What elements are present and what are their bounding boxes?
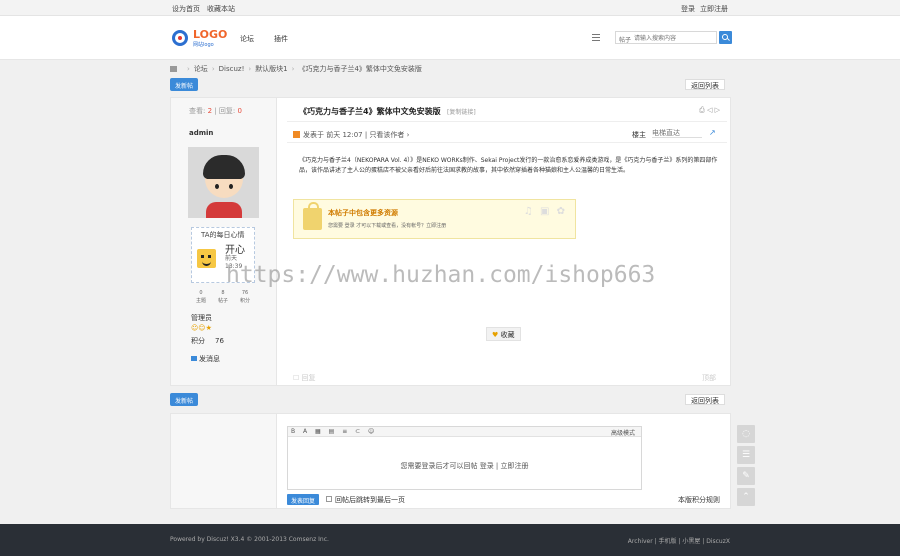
heart-icon: ♥ xyxy=(492,331,501,339)
hidden-title: 本帖子中包含更多资源 xyxy=(328,209,398,217)
send-message-link[interactable]: 发消息 xyxy=(191,354,220,364)
login-required-text[interactable]: 您需要登录后才可以回帖 登录 | 立即注册 xyxy=(288,461,641,471)
breadcrumb-item[interactable]: 默认版块1 xyxy=(255,65,287,73)
avatar[interactable] xyxy=(188,147,259,218)
submit-reply-button[interactable]: 发表回复 xyxy=(287,494,320,505)
stat-value[interactable]: 8 xyxy=(213,290,233,296)
back-list-button-bottom[interactable]: 返回列表 xyxy=(685,394,725,405)
search-box: 帖子 xyxy=(615,31,717,44)
mood-icon xyxy=(197,249,216,268)
post-content: 《巧克力与香子兰4（NEKOPARA Vol. 4）》是NEKO WORKs制作… xyxy=(299,157,718,174)
logo-icon[interactable] xyxy=(172,30,188,46)
reply-editor[interactable]: B A ▦ ▤ ≡ ⊂ ☺ 高级模式 您需要登录后才可以回帖 登录 | 立即注册 xyxy=(287,426,642,490)
logo-subtitle: 网站logo xyxy=(193,42,214,48)
post-container: 查看: 2 | 回复: 0 admin TA的每日心情 开心 前天 13:39 … xyxy=(170,97,731,386)
floor-go-icon[interactable]: ↗ xyxy=(709,128,716,137)
rules-link[interactable]: 本版积分规则 xyxy=(678,495,720,505)
floor-jump-input[interactable] xyxy=(652,128,702,138)
stat-label[interactable]: 积分 xyxy=(235,297,255,304)
breadcrumb-item[interactable]: 《巧克力与香子兰4》繁体中文免安装版 xyxy=(298,65,421,73)
editor-toolbar: B A ▦ ▤ ≡ ⊂ ☺ 高级模式 xyxy=(288,427,641,437)
search-input[interactable] xyxy=(634,33,714,43)
search-button[interactable] xyxy=(719,31,732,44)
user-role[interactable]: 管理员 xyxy=(191,313,212,323)
footer: Powered by Discuz! X3.4 © 2001-2013 Coms… xyxy=(0,524,900,556)
list-icon[interactable] xyxy=(592,34,600,41)
favorite-button[interactable]: ♥ 收藏 xyxy=(486,327,521,341)
lock-icon xyxy=(303,202,322,230)
nav-plugin[interactable]: 插件 xyxy=(274,34,288,44)
format-icons[interactable]: B A ▦ ▤ ≡ ⊂ ☺ xyxy=(291,428,377,435)
hidden-text[interactable]: 您需要 登录 才可以下载或查看，没有帐号？立即注册 xyxy=(328,222,446,229)
credit-row: 积分 76 xyxy=(191,337,224,345)
breadcrumb-item[interactable]: 论坛 xyxy=(194,65,208,73)
jump-label: 回帖后跳转到最后一页 xyxy=(335,496,405,504)
nav-forum[interactable]: 论坛 xyxy=(240,34,254,44)
new-post-button[interactable]: 发新帖 xyxy=(170,78,199,91)
register-link[interactable]: 立即注册 xyxy=(700,5,728,13)
jump-checkbox[interactable] xyxy=(326,496,332,502)
user-icon xyxy=(293,131,300,138)
site-header: LOGO 网站logo 论坛 插件 帖子 xyxy=(0,16,900,60)
reply-link[interactable]: ☐ 回复 xyxy=(293,373,316,383)
stat-label[interactable]: 主题 xyxy=(191,297,211,304)
reply-area: B A ▦ ▤ ≡ ⊂ ☺ 高级模式 您需要登录后才可以回帖 登录 | 立即注册… xyxy=(170,413,731,509)
floor-label: 楼主 xyxy=(632,131,646,139)
advanced-mode-link[interactable]: 高级模式 xyxy=(611,428,635,437)
thread-stats: 查看: 2 | 回复: 0 xyxy=(189,107,242,115)
breadcrumb: › 论坛 › Discuz! › 默认版块1 › 《巧克力与香子兰4》繁体中文免安装版 xyxy=(170,64,422,74)
footer-links[interactable]: Archiver | 手机版 | 小黑屋 | DiscuzX xyxy=(628,536,730,545)
back-list-button[interactable]: 返回列表 xyxy=(685,79,725,90)
author-sidebar: 查看: 2 | 回复: 0 admin TA的每日心情 开心 前天 13:39 … xyxy=(171,98,277,385)
comment-icon[interactable]: ◌ xyxy=(737,425,755,443)
bookmark-link[interactable]: 收藏本站 xyxy=(207,5,235,13)
stat-label[interactable]: 帖子 xyxy=(213,297,233,304)
mood-text: 开心 xyxy=(225,245,245,256)
author-name[interactable]: admin xyxy=(189,129,213,137)
rank-stars: ☺☺★ xyxy=(191,324,212,332)
stat-value[interactable]: 76 xyxy=(235,290,255,296)
home-icon[interactable] xyxy=(170,66,177,72)
stat-value[interactable]: 0 xyxy=(191,290,211,296)
breadcrumb-item[interactable]: Discuz! xyxy=(219,65,245,73)
login-link[interactable]: 登录 xyxy=(681,5,695,13)
top-link[interactable]: 顶部 xyxy=(702,373,716,383)
logo-text[interactable]: LOGO xyxy=(193,28,227,41)
print-prev-next-icons[interactable]: ⎙ ◁ ▷ xyxy=(699,106,720,115)
new-post-button-bottom[interactable]: 发新帖 xyxy=(170,393,199,406)
list-side-icon[interactable]: ☰ xyxy=(737,446,755,464)
copy-link[interactable]: [复制链接] xyxy=(447,107,476,116)
edit-icon[interactable]: ✎ xyxy=(737,467,755,485)
author-only-link[interactable]: 只看该作者 xyxy=(369,131,404,139)
hidden-content-box: 本帖子中包含更多资源 您需要 登录 才可以下载或查看，没有帐号？立即注册 ♫ ▣… xyxy=(293,199,576,239)
watermark-text: https://www.huzhan.com/ishop663 xyxy=(226,262,656,288)
top-bar: 设为首页 收藏本站 登录 立即注册 xyxy=(0,0,900,16)
post-meta: 发表于 前天 12:07 | 只看该作者 › xyxy=(293,130,409,140)
search-category[interactable]: 帖子 xyxy=(619,35,631,44)
set-home-link[interactable]: 设为首页 xyxy=(172,5,200,13)
thread-title: 《巧克力与香子兰4》繁体中文免安装版 xyxy=(299,107,441,116)
decor-icons: ♫ ▣ ✿ xyxy=(523,206,567,217)
powered-by: Powered by Discuz! X3.4 © 2001-2013 Coms… xyxy=(170,536,329,543)
back-to-top-icon[interactable]: ⌃ xyxy=(737,488,755,506)
mood-title: TA的每日心情 xyxy=(201,231,245,239)
